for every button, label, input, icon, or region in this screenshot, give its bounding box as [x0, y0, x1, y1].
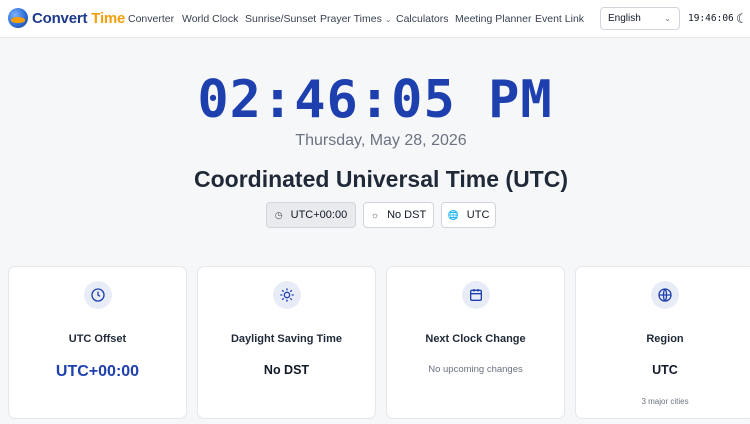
logo-text: Convert Time [32, 10, 125, 27]
card-region: Region UTC 3 major cities [575, 266, 750, 419]
card-value: No DST [263, 363, 310, 377]
nav-sunrise-sunset[interactable]: Sunrise/Sunset [245, 13, 316, 25]
nav-calculators[interactable]: Calculators [396, 13, 449, 25]
globe-logo-icon [8, 8, 28, 28]
language-select[interactable]: English ⌄ [600, 7, 680, 30]
card-value: UTC+00:00 [55, 363, 140, 380]
chevron-down-icon: ⌄ [664, 14, 671, 23]
card-footnote: 3 major cities [641, 397, 689, 406]
clock-icon [83, 281, 112, 309]
current-date: Thursday, May 28, 2026 [295, 132, 467, 149]
badge-utc-offset-label: UTC+00:00 [290, 209, 348, 221]
card-next-clock-change: Next Clock Change No upcoming changes [386, 266, 565, 419]
header-clock: 19:46:06 [688, 13, 734, 24]
globe-icon: 🌐 [447, 209, 459, 220]
card-utc-offset: UTC Offset UTC+00:00 [8, 266, 187, 419]
card-title: Next Clock Change [425, 333, 526, 345]
nav-converter[interactable]: Converter [128, 13, 174, 25]
top-navigation-bar: Convert Time Converter World Clock Sunri… [0, 0, 750, 38]
logo-text-time: Time [91, 9, 126, 27]
globe-icon [651, 281, 679, 309]
badge-region[interactable]: 🌐 UTC [441, 202, 496, 228]
card-value: No upcoming changes [428, 364, 523, 375]
moon-icon[interactable]: ☾ [736, 11, 748, 27]
nav-world-clock[interactable]: World Clock [182, 13, 238, 25]
nav-meeting-planner[interactable]: Meeting Planner [455, 13, 531, 25]
nav-prayer-times-label: Prayer Times [320, 13, 382, 25]
sun-icon: ☼ [370, 210, 380, 220]
card-title: UTC Offset [68, 333, 127, 345]
current-time: 02:46:05 PM [197, 70, 553, 130]
sun-icon [272, 281, 301, 309]
logo-text-convert: Convert [32, 9, 88, 27]
card-daylight-saving: Daylight Saving Time No DST [197, 266, 376, 419]
card-title: Daylight Saving Time [230, 333, 343, 345]
badge-region-label: UTC [466, 209, 490, 221]
nav-event-link[interactable]: Event Link [535, 13, 584, 25]
card-title: Region [646, 333, 684, 345]
badge-utc-offset[interactable]: ◷ UTC+00:00 [266, 202, 356, 228]
calendar-icon [461, 281, 490, 309]
badge-dst[interactable]: ☼ No DST [363, 202, 434, 228]
badge-dst-label: No DST [387, 209, 427, 221]
chevron-down-icon: ⌄ [384, 15, 392, 24]
site-logo[interactable]: Convert Time [8, 8, 125, 28]
nav-prayer-times[interactable]: Prayer Times ⌄ [320, 13, 392, 25]
card-value: UTC [652, 363, 678, 377]
timezone-title: Coordinated Universal Time (UTC) [193, 166, 569, 192]
clock-icon: ◷ [274, 209, 283, 220]
language-select-value: English [608, 13, 641, 24]
